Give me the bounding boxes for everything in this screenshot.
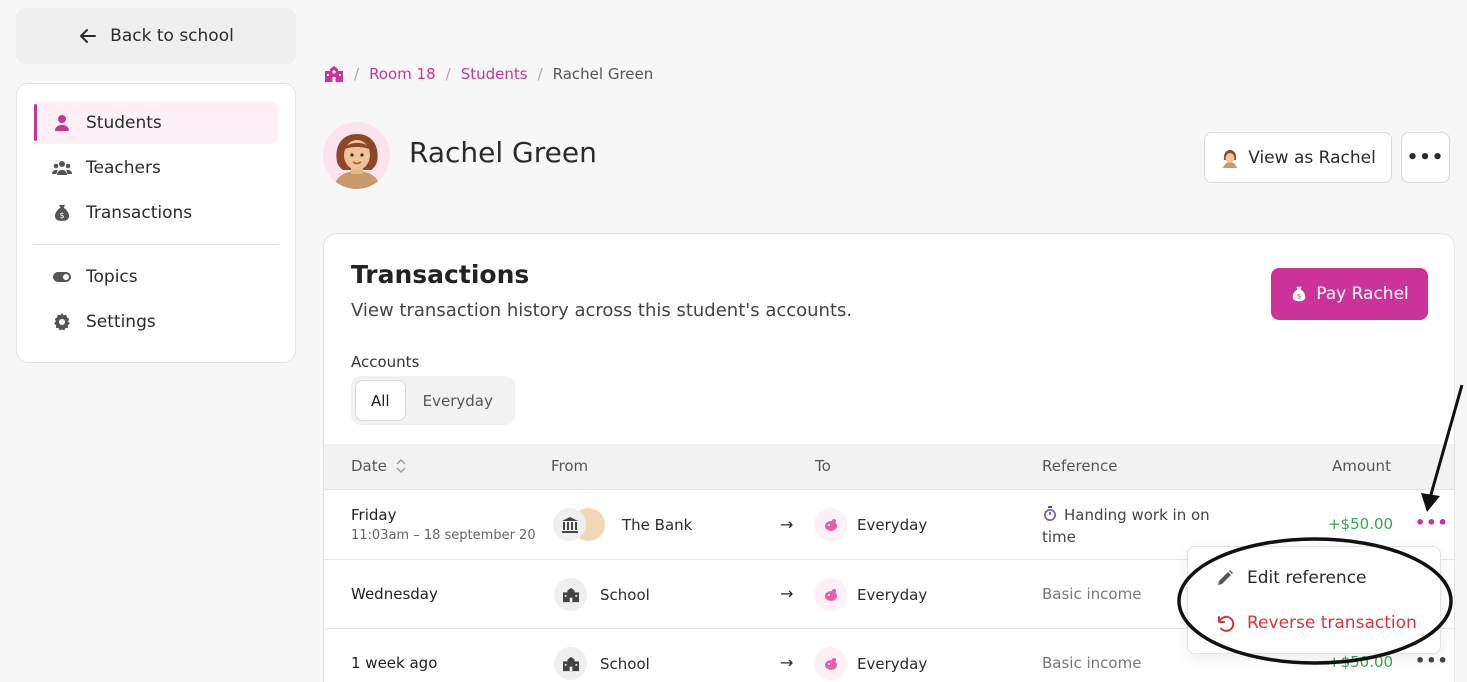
arrow-left-icon xyxy=(80,29,97,43)
avatar-icon xyxy=(1223,149,1238,168)
row-from: The Bank xyxy=(622,515,693,534)
back-to-school-label: Back to school xyxy=(110,26,234,46)
column-date-label: Date xyxy=(351,457,387,475)
pay-label: Pay Rachel xyxy=(1316,284,1409,304)
account-tab-all[interactable]: All xyxy=(355,380,406,421)
sort-icon xyxy=(396,459,406,473)
pencil-icon xyxy=(1218,569,1233,585)
row-day: Friday xyxy=(351,506,397,524)
sidebar-item-label: Topics xyxy=(86,266,138,287)
row-from: School xyxy=(600,654,650,673)
gear-icon xyxy=(54,312,70,331)
back-to-school-button[interactable]: Back to school xyxy=(16,8,296,64)
sidebar-item-label: Teachers xyxy=(86,157,161,178)
sidebar-item-topics[interactable]: Topics xyxy=(34,255,278,298)
sidebar-item-teachers[interactable]: Teachers xyxy=(34,146,278,189)
school-icon[interactable] xyxy=(324,65,344,83)
row-from: School xyxy=(600,585,650,604)
sidebar: Students Teachers $ Transactions Topics … xyxy=(16,83,296,363)
column-date[interactable]: Date xyxy=(351,457,407,475)
breadcrumb-room[interactable]: Room 18 xyxy=(369,65,436,83)
avatar xyxy=(323,122,390,189)
row-reference: Handing work in on time xyxy=(1042,506,1210,546)
sidebar-item-students[interactable]: Students xyxy=(34,101,278,144)
bank-icon xyxy=(553,508,586,541)
pay-student-button[interactable]: $ Pay Rachel xyxy=(1271,268,1428,320)
sidebar-divider xyxy=(34,244,278,245)
undo-icon xyxy=(1218,615,1235,632)
transactions-title: Transactions xyxy=(351,260,530,289)
piggy-bank-icon xyxy=(814,508,847,541)
row-reference: Basic income xyxy=(1042,654,1142,672)
svg-text:$: $ xyxy=(59,211,64,220)
row-day: 1 week ago xyxy=(351,654,438,672)
arrow-right-icon: → xyxy=(780,584,794,603)
money-bag-icon: $ xyxy=(55,204,69,221)
row-reference: Basic income xyxy=(1042,585,1142,603)
accounts-label: Accounts xyxy=(351,353,420,371)
school-icon xyxy=(554,647,587,680)
row-day: Wednesday xyxy=(351,585,438,603)
school-icon xyxy=(554,578,587,611)
column-from: From xyxy=(551,457,589,475)
edit-reference-label: Edit reference xyxy=(1247,567,1367,588)
breadcrumb-separator: / xyxy=(537,65,543,83)
stopwatch-icon xyxy=(1044,506,1056,521)
sidebar-item-transactions[interactable]: $ Transactions xyxy=(34,191,278,234)
row-to: Everyday xyxy=(857,654,928,673)
person-icon xyxy=(55,114,69,131)
sidebar-item-label: Settings xyxy=(86,311,156,332)
row-amount: +$50.00 xyxy=(1328,653,1394,671)
view-as-label: View as Rachel xyxy=(1248,147,1376,168)
reverse-transaction-menu-item[interactable]: Reverse transaction xyxy=(1188,600,1440,645)
row-more-button[interactable]: ••• xyxy=(1415,513,1449,532)
arrow-right-icon: → xyxy=(780,515,794,534)
arrow-right-icon: → xyxy=(780,653,794,672)
row-action-menu: Edit reference Reverse transaction xyxy=(1187,546,1441,654)
more-options-button[interactable]: ••• xyxy=(1401,132,1450,183)
breadcrumb-separator: / xyxy=(354,65,360,83)
piggy-bank-icon xyxy=(814,647,847,680)
toggle-icon xyxy=(53,271,71,282)
sidebar-item-label: Transactions xyxy=(86,202,193,223)
breadcrumb-separator: / xyxy=(445,65,451,83)
row-timestamp: 11:03am – 18 september 20 xyxy=(351,528,536,543)
transactions-subtitle: View transaction history across this stu… xyxy=(351,300,853,321)
sidebar-item-label: Students xyxy=(86,112,162,133)
sidebar-item-settings[interactable]: Settings xyxy=(34,300,278,343)
row-to: Everyday xyxy=(857,585,928,604)
column-amount: Amount xyxy=(1332,457,1391,475)
column-reference: Reference xyxy=(1042,457,1118,475)
piggy-bank-icon xyxy=(814,578,847,611)
column-to: To xyxy=(815,457,831,475)
row-amount: +$50.00 xyxy=(1328,515,1394,533)
breadcrumb: / Room 18 / Students / Rachel Green xyxy=(324,63,653,85)
money-bag-icon: $ xyxy=(1292,286,1306,302)
reverse-transaction-label: Reverse transaction xyxy=(1247,612,1417,633)
row-to: Everyday xyxy=(857,515,928,534)
edit-reference-menu-item[interactable]: Edit reference xyxy=(1188,555,1440,600)
account-filter: All Everyday xyxy=(351,376,515,425)
page-title: Rachel Green xyxy=(409,136,597,169)
table-header: Date From To Reference Amount xyxy=(324,444,1454,490)
more-horizontal-icon: ••• xyxy=(1406,147,1445,168)
breadcrumb-students[interactable]: Students xyxy=(461,65,528,83)
account-tab-everyday[interactable]: Everyday xyxy=(406,380,510,421)
breadcrumb-current: Rachel Green xyxy=(552,65,654,83)
view-as-student-button[interactable]: View as Rachel xyxy=(1204,132,1392,183)
svg-text:$: $ xyxy=(1297,292,1302,301)
group-icon xyxy=(52,160,72,175)
